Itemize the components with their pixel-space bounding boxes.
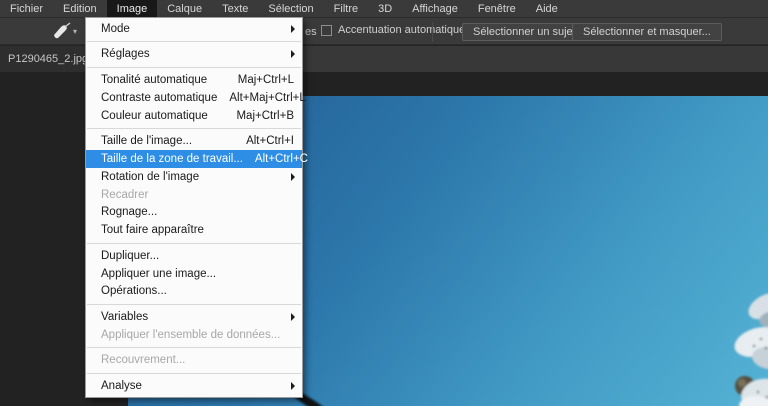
submenu-arrow-icon	[291, 312, 295, 321]
menu-item-label: Tonalité automatique	[101, 74, 208, 87]
menu-item-label: Appliquer l'ensemble de données...	[101, 328, 281, 341]
menubar-item-affichage[interactable]: Affichage	[402, 0, 468, 17]
menubar-item-aide[interactable]: Aide	[526, 0, 568, 17]
menu-item[interactable]: Contraste automatique Alt+Maj+Ctrl+L	[86, 89, 306, 107]
submenu-arrow-icon	[291, 172, 295, 181]
menu-item[interactable]: Tout faire apparaître	[86, 221, 302, 239]
menubar-item-calque[interactable]: Calque	[157, 0, 212, 17]
truncated-option-label: es	[305, 26, 317, 38]
menu-item-label: Variables	[101, 310, 149, 323]
quick-selection-brush-icon[interactable]	[50, 22, 72, 40]
menu-item-shortcut: Maj+Ctrl+B	[236, 109, 294, 122]
menu-item-label: Taille de l'image...	[101, 135, 193, 148]
menu-item[interactable]: Analyse	[86, 377, 302, 395]
menu-item[interactable]: Mode	[86, 20, 302, 38]
menu-item-label: Contraste automatique	[101, 91, 218, 104]
menu-item-label: Analyse	[101, 379, 142, 392]
auto-enhance-checkbox[interactable]	[321, 24, 332, 36]
menu-item-label: Recouvrement...	[101, 354, 186, 367]
menubar-item-3d[interactable]: 3D	[368, 0, 402, 17]
menu-item[interactable]: Rotation de l'image	[86, 168, 302, 186]
menubar-item-fenêtre[interactable]: Fenêtre	[468, 0, 526, 17]
menu-item-label: Recadrer	[101, 188, 149, 201]
menu-item[interactable]: Variables	[86, 308, 302, 326]
menubar-item-sélection[interactable]: Sélection	[258, 0, 323, 17]
menu-item-label: Rognage...	[101, 206, 158, 219]
menu-item-shortcut: Alt+Ctrl+I	[246, 135, 294, 148]
menu-separator	[87, 242, 301, 244]
menu-item[interactable]: Réglages	[86, 46, 302, 64]
chevron-down-icon[interactable]: ▾	[73, 27, 77, 36]
menubar-items: Fichier Edition Image Calque Texte Sélection F…	[0, 0, 568, 17]
image-menu-items: Mode Réglages Tonalité automatique Maj+Ctrl…	[86, 20, 308, 395]
menu-item[interactable]: Dupliquer...	[86, 247, 302, 265]
menu-item[interactable]: Appliquer une image...	[86, 265, 302, 283]
auto-enhance-option: Accentuation automatique	[321, 24, 465, 36]
menubar-item-image[interactable]: Image	[106, 0, 158, 17]
menu-separator	[87, 303, 301, 305]
menu-item: Recadrer	[86, 186, 302, 204]
menu-item-label: Dupliquer...	[101, 249, 160, 262]
menu-item: Appliquer l'ensemble de données...	[86, 326, 302, 344]
image-menu-dropdown: Mode Réglages Tonalité automatique Maj+Ctrl…	[85, 17, 308, 398]
menu-item-shortcut: Alt+Maj+Ctrl+L	[229, 91, 306, 104]
menu-item-label: Opérations...	[101, 285, 167, 298]
menubar-item-edition[interactable]: Edition	[53, 0, 107, 17]
menu-item: Recouvrement...	[86, 351, 302, 369]
menu-separator	[87, 347, 301, 349]
menu-separator	[87, 66, 301, 68]
menu-item[interactable]: Taille de l'image... Alt+Ctrl+I	[86, 132, 302, 150]
menu-item-label: Rotation de l'image	[101, 170, 200, 183]
menu-item[interactable]: Couleur automatique Maj+Ctrl+B	[86, 107, 302, 125]
menu-item-shortcut: Alt+Ctrl+C	[254, 153, 308, 166]
menu-item[interactable]: Taille de la zone de travail... Alt+Ctrl+…	[86, 150, 308, 168]
menubar: Fichier Edition Image Calque Texte Sélection F…	[0, 0, 768, 17]
options-divider	[432, 22, 433, 42]
menu-item[interactable]: Tonalité automatique Maj+Ctrl+L	[86, 71, 302, 89]
submenu-arrow-icon	[291, 50, 295, 59]
menu-item-shortcut: Maj+Ctrl+L	[237, 74, 294, 87]
submenu-arrow-icon	[291, 24, 295, 33]
select-and-mask-button[interactable]: Sélectionner et masquer...	[572, 23, 722, 41]
menu-item-label: Réglages	[101, 48, 150, 61]
menu-item-label: Couleur automatique	[101, 109, 208, 122]
menubar-item-fichier[interactable]: Fichier	[0, 0, 53, 17]
blossoms	[734, 292, 768, 406]
submenu-arrow-icon	[291, 381, 295, 390]
menu-separator	[87, 127, 301, 129]
auto-enhance-label: Accentuation automatique	[338, 24, 466, 36]
menu-item-label: Tout faire apparaître	[101, 224, 204, 237]
menu-item-label: Appliquer une image...	[101, 267, 217, 280]
menu-separator	[87, 372, 301, 374]
menu-item-label: Mode	[101, 22, 130, 35]
menu-item[interactable]: Opérations...	[86, 282, 302, 300]
menu-separator	[87, 41, 301, 43]
menu-item-label: Taille de la zone de travail...	[101, 153, 243, 166]
select-subject-button[interactable]: Sélectionner un sujet	[462, 23, 587, 41]
menubar-item-texte[interactable]: Texte	[212, 0, 258, 17]
menu-item[interactable]: Rognage...	[86, 204, 302, 222]
menubar-item-filtre[interactable]: Filtre	[324, 0, 368, 17]
